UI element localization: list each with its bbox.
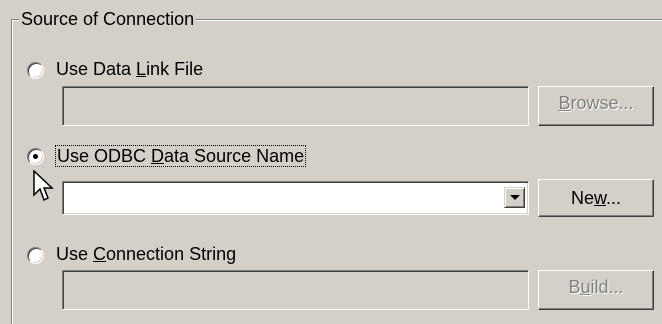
- dsn-dropdown-button[interactable]: [504, 187, 525, 208]
- accelerator-key: C: [93, 244, 107, 264]
- label-part: Use: [56, 244, 94, 264]
- radio-selected-dot: [33, 154, 38, 159]
- focus-rect: Use ODBC Data Source Name: [54, 145, 307, 167]
- label-part: Use ODBC: [57, 146, 152, 166]
- connection-string-field: [62, 270, 529, 310]
- radio-label-data-link-file[interactable]: Use Data Link File: [56, 57, 203, 81]
- radio-data-link-file[interactable]: [27, 62, 44, 79]
- browse-button: Browse...: [538, 86, 654, 126]
- radio-label-connection-string[interactable]: Use Connection String: [56, 242, 236, 266]
- accelerator-key: D: [151, 146, 165, 166]
- label-part: rowse...: [570, 93, 634, 113]
- label-part: Use Data: [56, 59, 137, 79]
- label-part: onnection String: [106, 244, 237, 264]
- data-link-file-path-field: [62, 86, 529, 126]
- chevron-down-icon: [510, 195, 520, 200]
- label-part: ink File: [146, 59, 204, 79]
- label-part: ata Source Name: [164, 146, 305, 166]
- connection-dialog: Source of Connection Use Data Link File …: [0, 0, 662, 324]
- dsn-combobox[interactable]: [62, 181, 529, 215]
- label-part: Ne: [570, 188, 594, 208]
- accelerator-key: B: [558, 93, 571, 113]
- new-dsn-button[interactable]: New...: [538, 179, 654, 217]
- label-part: B: [568, 277, 581, 297]
- group-title: Source of Connection: [19, 8, 197, 30]
- label-part: ild...: [590, 277, 624, 297]
- radio-label-odbc-dsn[interactable]: Use ODBC Data Source Name: [54, 144, 307, 168]
- accelerator-key: u: [580, 277, 591, 297]
- radio-odbc-dsn[interactable]: [27, 148, 44, 165]
- label-part: ...: [606, 188, 622, 208]
- radio-connection-string[interactable]: [27, 247, 44, 264]
- build-button: Build...: [538, 270, 654, 310]
- accelerator-key: w: [593, 188, 606, 208]
- accelerator-key: L: [136, 59, 147, 79]
- mouse-pointer-icon: [33, 170, 54, 202]
